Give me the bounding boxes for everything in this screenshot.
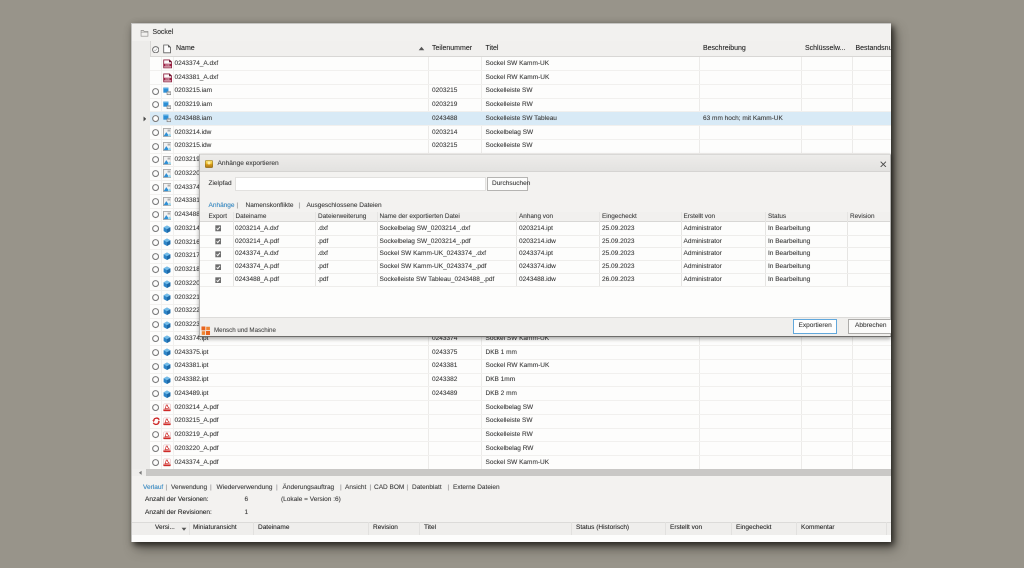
svg-text:DXF: DXF (165, 65, 170, 67)
svg-text:DXF: DXF (165, 79, 170, 81)
